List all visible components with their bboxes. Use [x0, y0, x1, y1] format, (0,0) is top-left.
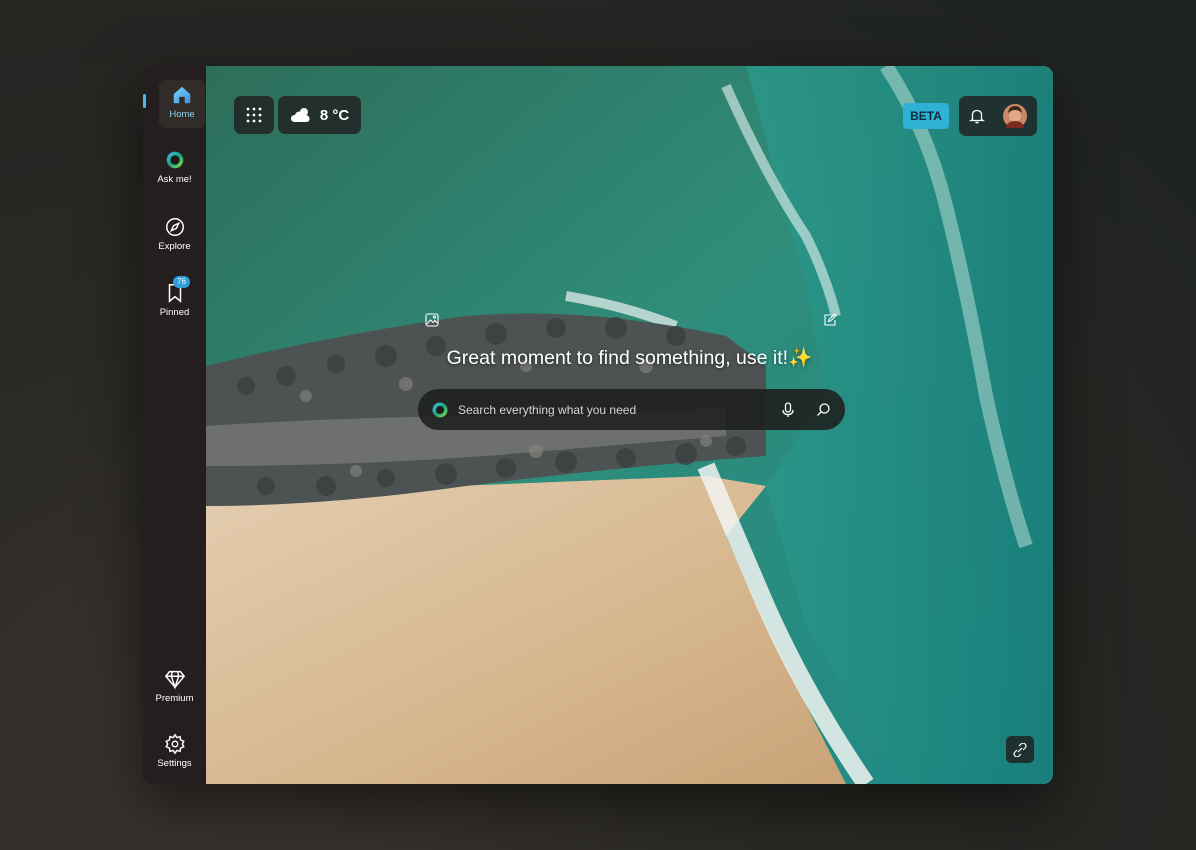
microphone-icon[interactable] — [781, 402, 795, 418]
sidebar-item-label: Home — [169, 109, 195, 120]
sidebar-item-ask-me[interactable]: Ask me! — [143, 149, 206, 185]
grid-icon — [246, 107, 262, 123]
link-button[interactable] — [1006, 736, 1034, 763]
search-bar[interactable] — [418, 389, 845, 430]
home-icon — [173, 86, 191, 104]
sidebar-item-pinned[interactable]: 76 Pinned — [143, 276, 206, 318]
headline: Great moment to find something, use it!✨ — [446, 347, 813, 369]
sidebar-item-explore[interactable]: Explore — [143, 216, 206, 252]
sidebar-item-label: Premium — [155, 693, 194, 704]
change-wallpaper-icon[interactable] — [425, 313, 439, 327]
bell-icon[interactable] — [969, 108, 985, 124]
pinned-count-badge: 76 — [173, 276, 190, 288]
sidebar-item-label: Explore — [158, 241, 191, 252]
beta-badge: BETA — [903, 103, 949, 129]
sidebar-item-label: Ask me! — [157, 174, 192, 185]
sidebar: Home Ask me! Explore 76 Pinned Premium S… — [143, 66, 206, 784]
ask-me-orb-icon — [432, 402, 448, 417]
search-icon[interactable] — [816, 402, 831, 417]
wallpaper-area: 8 °C BETA Great moment to find something… — [206, 66, 1053, 784]
apps-grid-button[interactable] — [234, 96, 274, 134]
sidebar-item-label: Pinned — [159, 307, 190, 318]
avatar[interactable] — [1003, 104, 1027, 128]
weather-widget[interactable]: 8 °C — [278, 96, 361, 134]
ask-me-orb-icon — [166, 151, 183, 169]
beta-label: BETA — [910, 109, 942, 123]
sidebar-item-label: Settings — [157, 758, 192, 769]
temperature-label: 8 °C — [319, 106, 350, 124]
link-icon — [1013, 742, 1027, 757]
compass-icon — [165, 218, 184, 236]
sidebar-item-settings[interactable]: Settings — [143, 733, 206, 769]
diamond-icon — [164, 670, 185, 690]
app-window: Home Ask me! Explore 76 Pinned Premium S… — [143, 66, 1053, 784]
sidebar-item-premium[interactable]: Premium — [143, 668, 206, 704]
account-cluster — [959, 96, 1037, 136]
gear-icon — [164, 733, 185, 755]
cloud-sun-icon — [290, 108, 310, 122]
sidebar-item-home[interactable]: Home — [159, 80, 205, 128]
edit-icon[interactable] — [823, 313, 837, 327]
search-input[interactable] — [456, 401, 760, 418]
active-indicator — [143, 94, 146, 108]
